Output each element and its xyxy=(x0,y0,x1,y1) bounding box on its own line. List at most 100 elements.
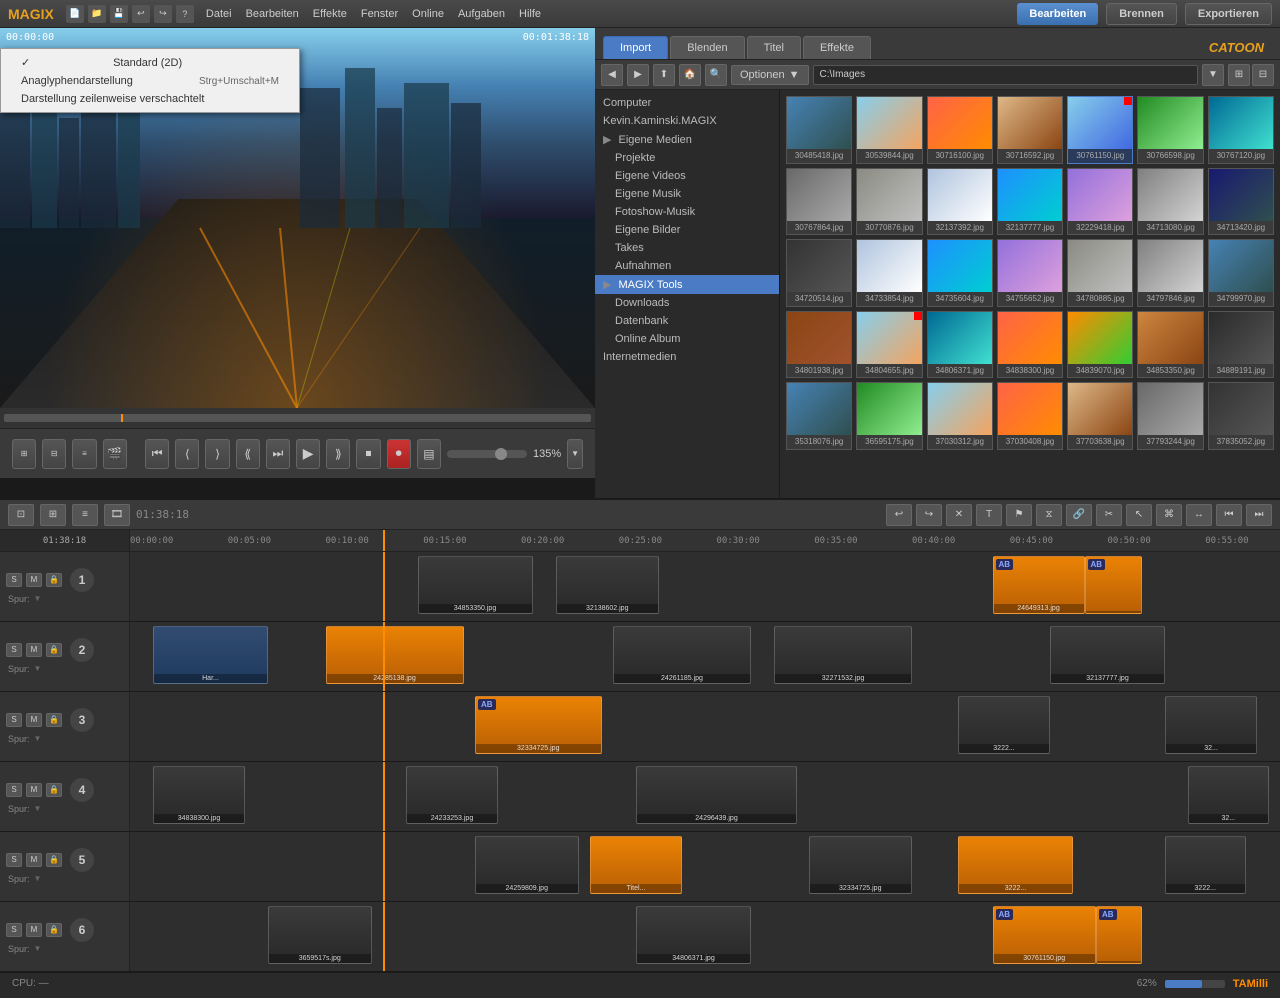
tree-item-12[interactable]: Datenbank xyxy=(595,312,779,330)
options-dropdown[interactable]: Optionen ▼ xyxy=(731,65,809,85)
help-icon[interactable]: ? xyxy=(176,5,194,23)
clip-1-0[interactable]: Har... xyxy=(153,626,268,684)
track-m-button-3[interactable]: M xyxy=(26,713,42,727)
file-thumb-27[interactable]: 34889191.jpg xyxy=(1208,311,1274,379)
camera-button[interactable]: 🎬 xyxy=(103,439,127,469)
clip-0-3[interactable]: AB xyxy=(1085,556,1143,614)
tree-item-2[interactable]: ▶ Eigene Medien xyxy=(595,130,779,149)
file-thumb-13[interactable]: 34713420.jpg xyxy=(1208,168,1274,236)
track-lock-button-3[interactable]: 🔒 xyxy=(46,713,62,727)
track-lock-button-2[interactable]: 🔒 xyxy=(46,643,62,657)
redo-tool-button[interactable]: ↪ xyxy=(916,504,942,526)
bearbeiten-button[interactable]: Bearbeiten xyxy=(1017,3,1098,25)
new-icon[interactable]: 📄 xyxy=(66,5,84,23)
file-thumb-22[interactable]: 34804655.jpg xyxy=(856,311,922,379)
file-thumb-26[interactable]: 34853350.jpg xyxy=(1137,311,1203,379)
transition-tool-button[interactable]: ⧖ xyxy=(1036,504,1062,526)
file-thumb-29[interactable]: 36595175.jpg xyxy=(856,382,922,450)
zoom-bar[interactable] xyxy=(447,450,527,458)
file-thumb-33[interactable]: 37793244.jpg xyxy=(1137,382,1203,450)
nav-fwd-button[interactable]: ▶ xyxy=(627,64,649,86)
track-m-button-2[interactable]: M xyxy=(26,643,42,657)
clip-5-1[interactable]: 34806371.jpg xyxy=(636,906,751,964)
track-content-1[interactable]: 34853350.jpg32138602.jpgAB24649313.jpgAB xyxy=(130,552,1280,621)
file-thumb-0[interactable]: 30485418.jpg xyxy=(786,96,852,164)
tree-item-5[interactable]: Eigene Musik xyxy=(595,185,779,203)
next-marker-button[interactable]: ⟫ xyxy=(326,439,350,469)
file-thumb-24[interactable]: 34838300.jpg xyxy=(997,311,1063,379)
file-thumb-15[interactable]: 34733854.jpg xyxy=(856,239,922,307)
tree-item-1[interactable]: Kevin.Kaminski.MAGIX xyxy=(595,112,779,130)
file-thumb-32[interactable]: 37703638.jpg xyxy=(1067,382,1133,450)
clip-3-3[interactable]: 32... xyxy=(1188,766,1269,824)
select-tool-button[interactable]: ↖ xyxy=(1126,504,1152,526)
nav-back-button[interactable]: ◀ xyxy=(601,64,623,86)
clip-5-0[interactable]: 3659517s.jpg xyxy=(268,906,372,964)
play-button[interactable]: ▶ xyxy=(296,439,320,469)
zoom-handle[interactable] xyxy=(495,448,507,460)
clip-0-2[interactable]: AB24649313.jpg xyxy=(993,556,1085,614)
frame-back-button[interactable]: ⟨ xyxy=(175,439,199,469)
redo-icon[interactable]: ↪ xyxy=(154,5,172,23)
file-thumb-9[interactable]: 32137392.jpg xyxy=(927,168,993,236)
file-thumb-28[interactable]: 35318076.jpg xyxy=(786,382,852,450)
menu-fenster[interactable]: Fenster xyxy=(361,8,398,20)
go-start-button[interactable]: ⏮ xyxy=(145,439,169,469)
file-thumb-23[interactable]: 34806371.jpg xyxy=(927,311,993,379)
file-thumb-7[interactable]: 30767864.jpg xyxy=(786,168,852,236)
nav-up-button[interactable]: ⬆ xyxy=(653,64,675,86)
track-s-button-6[interactable]: S xyxy=(6,923,22,937)
track-s-button-2[interactable]: S xyxy=(6,643,22,657)
file-thumb-18[interactable]: 34780885.jpg xyxy=(1067,239,1133,307)
track-content-5[interactable]: 24259809.jpgTitel...32334725.jpg3222...3… xyxy=(130,832,1280,901)
tab-titel[interactable]: Titel xyxy=(747,36,801,59)
tree-item-3[interactable]: Projekte xyxy=(595,149,779,167)
dropdown-anaglyphen[interactable]: Anaglyphendarstellung Strg+Umschalt+M xyxy=(1,72,299,90)
mini-timeline-bar[interactable] xyxy=(4,414,591,422)
snap-mode-button[interactable]: ⊡ xyxy=(8,504,34,526)
clip-4-3[interactable]: 3222... xyxy=(958,836,1073,894)
file-thumb-14[interactable]: 34720514.jpg xyxy=(786,239,852,307)
file-thumb-20[interactable]: 34799970.jpg xyxy=(1208,239,1274,307)
menu-bearbeiten[interactable]: Bearbeiten xyxy=(246,8,299,20)
clip-5-3[interactable]: AB xyxy=(1096,906,1142,964)
tree-item-8[interactable]: Takes xyxy=(595,239,779,257)
file-thumb-5[interactable]: 30766598.jpg xyxy=(1137,96,1203,164)
tab-import[interactable]: Import xyxy=(603,36,668,59)
file-thumb-3[interactable]: 30716592.jpg xyxy=(997,96,1063,164)
clip-3-0[interactable]: 34838300.jpg xyxy=(153,766,245,824)
dropdown-standard-2d[interactable]: Standard (2D) xyxy=(1,53,299,72)
record-button[interactable]: ⏺ xyxy=(387,439,411,469)
view-mode-button[interactable]: ⊞ xyxy=(12,439,36,469)
save-icon[interactable]: 💾 xyxy=(110,5,128,23)
clip-3-1[interactable]: 24233253.jpg xyxy=(406,766,498,824)
go-end-button[interactable]: ⏭ xyxy=(266,439,290,469)
prev-track-button[interactable]: ⏮ xyxy=(1216,504,1242,526)
clip-3-2[interactable]: 24296439.jpg xyxy=(636,766,797,824)
zoom-dropdown-button[interactable]: ▼ xyxy=(567,439,583,469)
tree-item-4[interactable]: Eigene Videos xyxy=(595,167,779,185)
tree-item-11[interactable]: Downloads xyxy=(595,294,779,312)
grid-view-button[interactable]: ⊟ xyxy=(42,439,66,469)
file-thumb-12[interactable]: 34713080.jpg xyxy=(1137,168,1203,236)
exportieren-button[interactable]: Exportieren xyxy=(1185,3,1272,25)
frame-fwd-button[interactable]: ⟩ xyxy=(205,439,229,469)
track-s-button-1[interactable]: S xyxy=(6,573,22,587)
track-m-button-4[interactable]: M xyxy=(26,783,42,797)
marker-tool-button[interactable]: ⚑ xyxy=(1006,504,1032,526)
clip-1-1[interactable]: 24285138.jpg xyxy=(326,626,464,684)
track-expand-1[interactable]: ▼ xyxy=(34,594,42,603)
stop-button[interactable]: ⏹ xyxy=(356,439,380,469)
next-track-button[interactable]: ⏭ xyxy=(1246,504,1272,526)
brennen-button[interactable]: Brennen xyxy=(1106,3,1177,25)
delete-tool-button[interactable]: ✕ xyxy=(946,504,972,526)
file-thumb-6[interactable]: 30767120.jpg xyxy=(1208,96,1274,164)
file-thumb-16[interactable]: 34735604.jpg xyxy=(927,239,993,307)
prev-marker-button[interactable]: ⟪ xyxy=(236,439,260,469)
nav-search-button[interactable]: 🔍 xyxy=(705,64,727,86)
track-s-button-3[interactable]: S xyxy=(6,713,22,727)
undo-tool-button[interactable]: ↩ xyxy=(886,504,912,526)
list-view-button[interactable]: ≡ xyxy=(72,439,96,469)
grid-large-button[interactable]: ⊞ xyxy=(1228,64,1250,86)
track-expand-3[interactable]: ▼ xyxy=(34,734,42,743)
